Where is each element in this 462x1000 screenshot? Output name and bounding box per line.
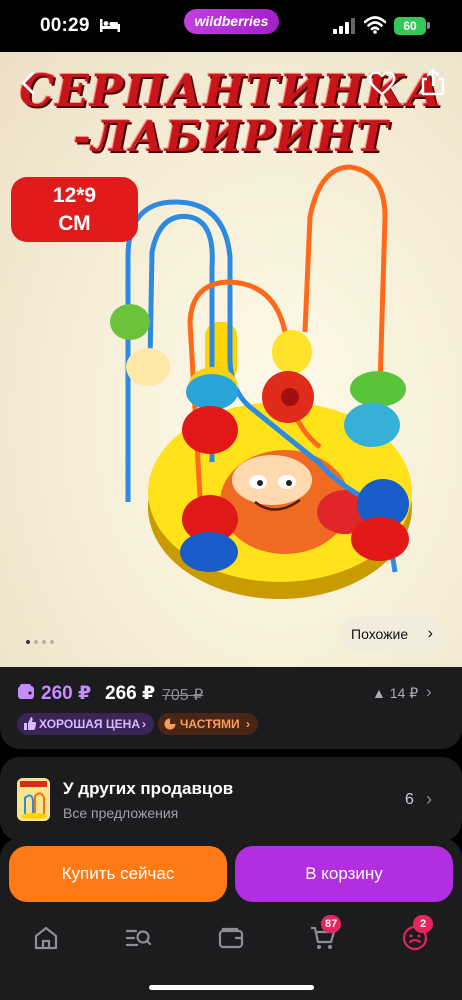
cellular-signal-icon [333,18,355,34]
product-title-line-2: -ЛАБИРИНТ [73,112,389,161]
chevron-right-icon: › [246,717,250,731]
buy-now-button[interactable]: Купить сейчас [9,846,227,902]
similar-label: Похожие [351,626,409,642]
wallet-icon [218,927,244,949]
add-to-cart-button[interactable]: В корзину [235,846,453,902]
battery-level: 60 [394,17,426,35]
home-indicator [149,985,314,990]
chevron-right-icon: › [427,625,433,642]
good-price-label: ХОРОШАЯ ЦЕНА [39,717,140,731]
chevron-right-icon: › [426,682,432,701]
good-price-badge[interactable]: ХОРОШАЯ ЦЕНА › [17,713,154,735]
price-history-value: 14 ₽ [389,685,419,701]
tab-catalog[interactable] [124,924,152,952]
chevron-right-icon: › [426,789,432,809]
other-sellers-count: 6 [405,791,414,808]
current-price: 266 ₽ [105,683,156,704]
wifi-icon [364,16,386,34]
status-time: 00:29 [40,15,90,36]
wildberries-pill[interactable]: wildberries [184,9,279,34]
size-badge: 12*9 СМ [11,177,138,242]
pagination-dot [26,640,30,644]
bed-icon [100,19,120,32]
size-badge-unit: СМ [58,212,91,235]
favorite-heart-icon[interactable] [368,70,396,96]
price-history-link[interactable]: ▲ 14 ₽ [372,685,418,702]
tab-cart[interactable]: 87 [309,915,342,952]
wallet-price: 260 ₽ [41,683,92,704]
thumbs-up-icon [24,717,36,730]
cart-count-badge: 87 [321,915,342,933]
pagination-dot [34,640,38,644]
profile-notification-badge: 2 [413,915,433,933]
share-icon[interactable] [420,68,446,96]
tab-home[interactable] [32,924,60,952]
other-sellers-row[interactable]: У других продавцов Все предложения 6 › [0,757,462,841]
wallet-icon [18,684,34,699]
triangle-up-icon: ▲ [372,685,386,701]
installments-badge[interactable]: ЧАСТЯМИ › [158,713,258,735]
chevron-right-icon: › [142,717,146,731]
installments-label: ЧАСТЯМИ [180,717,240,731]
status-bar: 00:29 wildberries 60 [0,0,462,52]
tab-wallet[interactable] [217,924,245,952]
pie-chart-icon [164,718,176,730]
seller-product-thumbnail [17,778,50,821]
old-price: 705 ₽ [162,687,204,704]
home-icon [34,926,58,950]
pagination-dot [50,640,54,644]
other-sellers-subtitle: Все предложения [63,805,179,821]
battery-tip [427,22,430,29]
gallery-pagination [26,640,54,644]
product-gallery[interactable]: СЕРПАНТИНКА -ЛАБИРИНТ 12*9 СМ Похожие › [0,52,462,667]
pagination-dot [42,640,46,644]
catalog-search-icon [125,929,152,947]
bottom-action-bar: Купить сейчас В корзину 87 2 [0,838,462,1000]
other-sellers-title: У других продавцов [63,779,234,798]
size-badge-dimensions: 12*9 [52,184,97,207]
back-arrow-icon[interactable] [16,70,42,96]
price-card: 260 ₽ 266 ₽ 705 ₽ ▲ 14 ₽ › ХОРОШАЯ ЦЕНА … [0,667,462,749]
tab-profile[interactable]: 2 [401,915,433,952]
similar-button[interactable]: Похожие › [340,617,444,651]
